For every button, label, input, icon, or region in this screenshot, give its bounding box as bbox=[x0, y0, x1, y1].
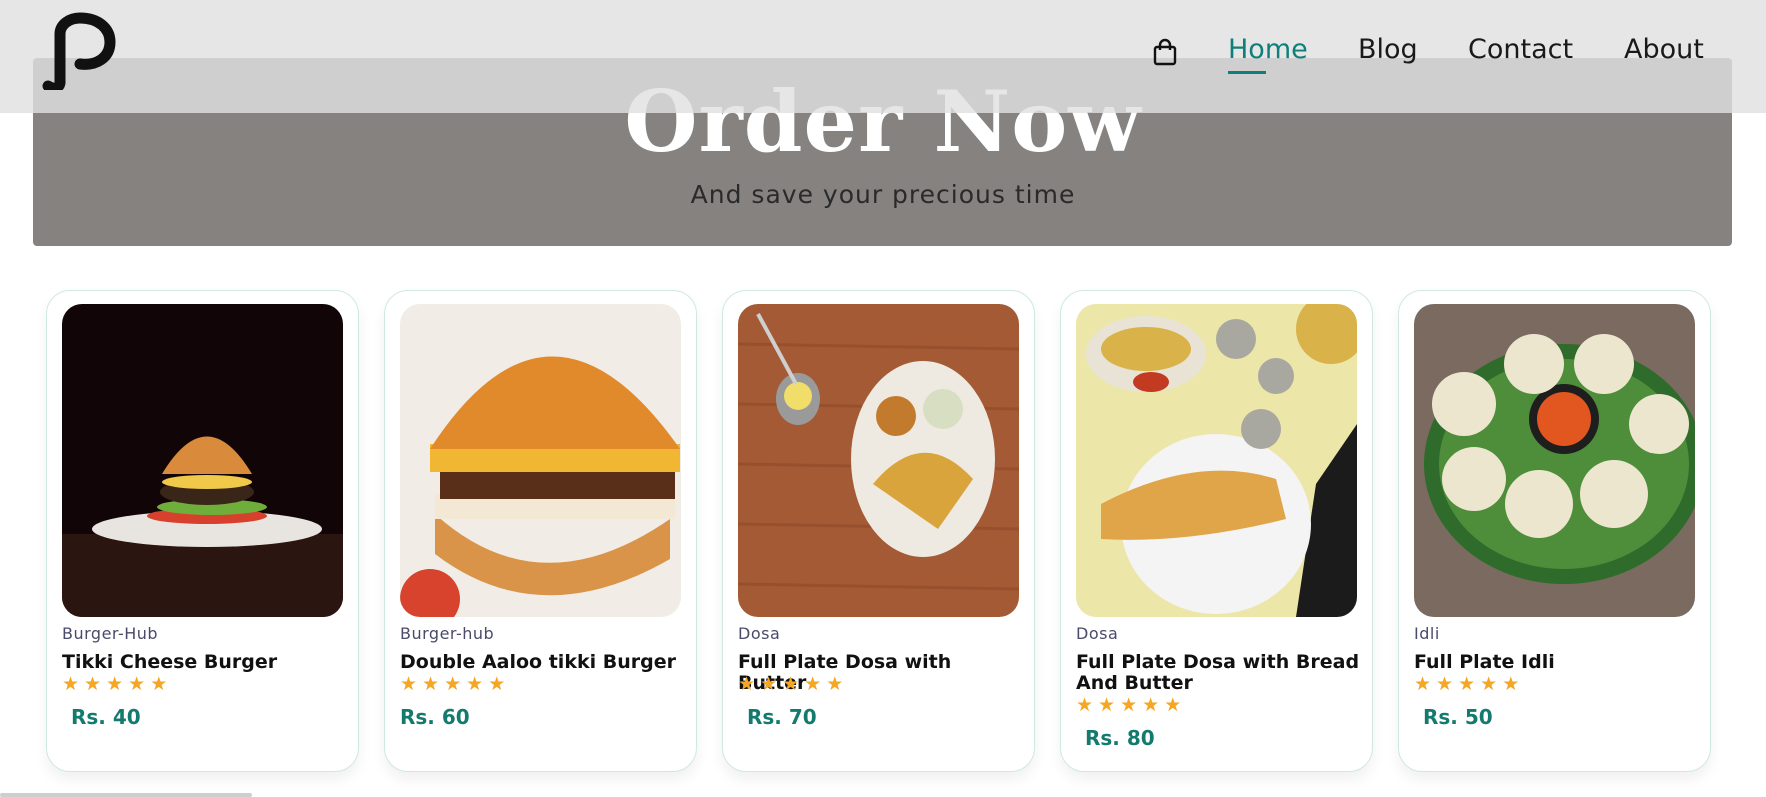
product-name[interactable]: Full Plate Dosa with Bread And Butter bbox=[1076, 652, 1361, 694]
star-icon: ★ bbox=[1120, 694, 1138, 716]
product-image[interactable] bbox=[1076, 304, 1357, 617]
rating-stars: ★ ★ ★ ★ ★ bbox=[400, 675, 505, 694]
nav-link-home[interactable]: Home bbox=[1228, 34, 1308, 66]
product-card[interactable]: Burger-hub Double Aaloo tikki Burger ★ ★… bbox=[384, 290, 697, 772]
product-name[interactable]: Full Plate Idli bbox=[1414, 652, 1699, 673]
p-logo[interactable] bbox=[40, 12, 116, 90]
product-price: Rs. 50 bbox=[1423, 705, 1493, 729]
product-image[interactable] bbox=[1414, 304, 1695, 617]
product-price: Rs. 70 bbox=[747, 705, 817, 729]
nav-link-about[interactable]: About bbox=[1624, 34, 1704, 66]
star-icon: ★ bbox=[422, 673, 440, 695]
star-icon: ★ bbox=[1502, 673, 1520, 695]
product-category: Dosa bbox=[1076, 624, 1119, 643]
star-icon: ★ bbox=[1436, 673, 1454, 695]
star-icon: ★ bbox=[1458, 673, 1476, 695]
star-icon: ★ bbox=[444, 673, 462, 695]
star-icon: ★ bbox=[466, 673, 484, 695]
rating-stars: ★ ★ ★ ★ ★ bbox=[62, 675, 167, 694]
star-icon: ★ bbox=[1076, 694, 1094, 716]
star-icon: ★ bbox=[1142, 694, 1160, 716]
product-card[interactable]: Idli Full Plate Idli ★ ★ ★ ★ ★ Rs. 50 bbox=[1398, 290, 1711, 772]
star-icon: ★ bbox=[106, 673, 124, 695]
product-name[interactable]: Tikki Cheese Burger bbox=[62, 652, 347, 673]
rating-stars: ★ ★ ★ ★ ★ bbox=[738, 675, 843, 694]
star-icon: ★ bbox=[738, 673, 756, 695]
nav-link-blog[interactable]: Blog bbox=[1358, 34, 1418, 66]
product-price: Rs. 60 bbox=[400, 705, 470, 729]
star-icon: ★ bbox=[84, 673, 102, 695]
star-icon: ★ bbox=[804, 673, 822, 695]
product-name[interactable]: Double Aaloo tikki Burger bbox=[400, 652, 685, 673]
product-category: Dosa bbox=[738, 624, 781, 643]
product-image[interactable] bbox=[62, 304, 343, 617]
rating-stars: ★ ★ ★ ★ ★ bbox=[1076, 696, 1181, 715]
product-card[interactable]: Burger-Hub Tikki Cheese Burger ★ ★ ★ ★ ★… bbox=[46, 290, 359, 772]
star-icon: ★ bbox=[400, 673, 418, 695]
rating-stars: ★ ★ ★ ★ ★ bbox=[1414, 675, 1519, 694]
star-icon: ★ bbox=[1098, 694, 1116, 716]
star-icon: ★ bbox=[62, 673, 80, 695]
hero-subtitle: And save your precious time bbox=[690, 180, 1076, 209]
product-category: Burger-hub bbox=[400, 624, 495, 643]
nav-link-contact[interactable]: Contact bbox=[1468, 34, 1573, 66]
star-icon: ★ bbox=[128, 673, 146, 695]
star-icon: ★ bbox=[1480, 673, 1498, 695]
star-icon: ★ bbox=[150, 673, 168, 695]
star-icon: ★ bbox=[760, 673, 778, 695]
horizontal-scrollbar[interactable] bbox=[0, 793, 252, 797]
star-icon: ★ bbox=[1164, 694, 1182, 716]
navbar: Home Blog Contact About bbox=[0, 0, 1766, 113]
shopping-bag-icon[interactable] bbox=[1152, 38, 1178, 66]
product-price: Rs. 40 bbox=[71, 705, 141, 729]
nav-active-underline bbox=[1228, 71, 1266, 74]
star-icon: ★ bbox=[1414, 673, 1432, 695]
star-icon: ★ bbox=[826, 673, 844, 695]
product-card[interactable]: Dosa Full Plate Dosa with Butter ★ ★ ★ ★… bbox=[722, 290, 1035, 772]
product-image[interactable] bbox=[738, 304, 1019, 617]
product-price: Rs. 80 bbox=[1085, 726, 1155, 750]
star-icon: ★ bbox=[782, 673, 800, 695]
star-icon: ★ bbox=[488, 673, 506, 695]
product-card[interactable]: Dosa Full Plate Dosa with Bread And Butt… bbox=[1060, 290, 1373, 772]
product-category: Idli bbox=[1414, 624, 1440, 643]
product-image[interactable] bbox=[400, 304, 681, 617]
product-category: Burger-Hub bbox=[62, 624, 159, 643]
